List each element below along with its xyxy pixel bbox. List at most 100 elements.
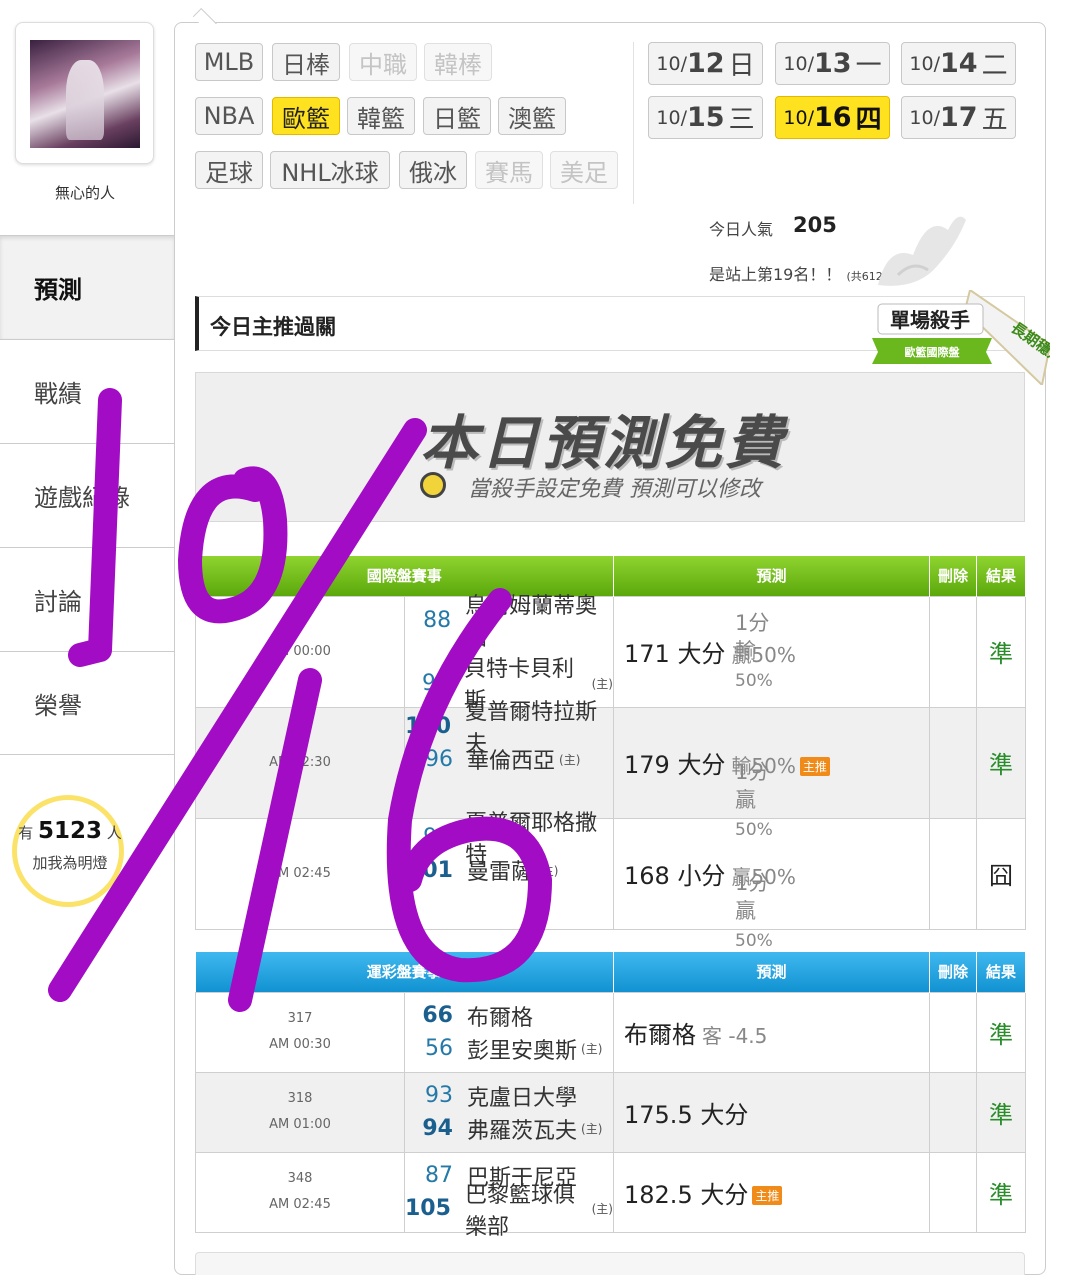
handicap-pct: 50%	[735, 819, 773, 840]
team-away: 88 烏爾姆蘭蒂奧帕	[405, 594, 613, 651]
league-chip-npb[interactable]: 日棒	[272, 43, 340, 81]
league-chip-nba[interactable]: NBA	[195, 97, 263, 135]
sidebar-item-honors[interactable]: 榮譽	[0, 651, 175, 755]
team-name: 巴黎籃球俱樂部	[464, 1182, 575, 1240]
league-chip-khl[interactable]: 俄冰	[399, 151, 467, 189]
follow-button[interactable]: 加我為明燈	[0, 852, 140, 873]
sidebar-item-record[interactable]: 戰績	[0, 339, 175, 443]
team-score: 93	[425, 1083, 453, 1108]
date-tab-1015[interactable]: 10/15 三	[648, 96, 763, 139]
league-chip-nfl: 美足	[550, 151, 618, 189]
free-banner-subtitle: 當殺手設定免費 預測可以修改	[468, 477, 761, 502]
league-chip-korea-basketball[interactable]: 韓籃	[347, 97, 415, 135]
table-row: AM 00:00 88 烏爾姆蘭蒂奧帕 94 貝特卡貝利斯 (主) 1分輸 50% 17…	[195, 594, 1026, 714]
sidebar-item-predictions[interactable]: 預測	[0, 235, 175, 339]
team-away: 100 夏普爾特拉斯夫	[405, 700, 613, 757]
date-day: 13	[813, 48, 852, 79]
intl-prediction-table: 國際盤賽事 預測 刪除 結果 AM 00:00 88 烏爾姆蘭蒂奧帕 94 貝特卡貝…	[195, 556, 1026, 951]
date-month: 10/	[783, 52, 814, 75]
league-chip-japan-basketball[interactable]: 日籃	[423, 97, 491, 135]
handicap-line: 1分贏 50%	[735, 869, 773, 955]
prediction-value: 182.5 大分	[624, 1180, 749, 1209]
team-away: 93 克盧日大學	[405, 1079, 613, 1112]
prediction-cell: 182.5 大分 主推	[613, 1151, 930, 1233]
game-code: 318	[287, 1091, 313, 1106]
date-month: 10/	[783, 106, 814, 129]
home-marker: (主)	[537, 863, 559, 878]
featured-pick-badge: 主推	[752, 1186, 783, 1205]
league-chip-euro-basketball[interactable]: 歐籃	[272, 97, 340, 135]
filter-divider	[633, 42, 634, 204]
league-chip-mlb[interactable]: MLB	[195, 43, 263, 81]
delete-cell	[929, 817, 977, 930]
date-weekday: 五	[981, 105, 1008, 135]
delete-cell	[929, 1151, 977, 1233]
date-tab-1014[interactable]: 10/14 二	[901, 42, 1016, 85]
date-tab-1017[interactable]: 10/17 五	[901, 96, 1016, 139]
prediction-cell: 175.5 大分	[613, 1071, 930, 1153]
date-tab-1013[interactable]: 10/13 一	[775, 42, 890, 85]
match-teams: 93 克盧日大學 94 弗羅茨瓦夫 (主)	[404, 1071, 614, 1153]
game-code: 317	[287, 1011, 313, 1026]
username[interactable]: 無心的人	[0, 182, 170, 203]
date-month: 10/	[656, 52, 687, 75]
intl-header-result: 結果	[976, 556, 1026, 596]
date-tab-1016[interactable]: 10/16 四	[775, 96, 890, 139]
team-score: 88	[423, 607, 452, 633]
avatar-card[interactable]	[15, 22, 154, 164]
match-time-cell: 318 AM 01:00	[195, 1071, 405, 1153]
lottery-header-delete: 刪除	[929, 952, 977, 992]
date-weekday: 四	[855, 105, 882, 135]
team-score: 105	[405, 1196, 451, 1221]
fan-count: 有 5123 人	[0, 818, 140, 844]
badge-subtitle: 歐籃國際盤	[905, 345, 961, 359]
popularity-label: 今日人氣	[709, 220, 774, 239]
date-day: 12	[686, 48, 725, 79]
prediction-value: 175.5 大分	[624, 1100, 749, 1129]
date-weekday: 日	[728, 51, 755, 81]
prediction-cell: 布爾格客 -4.5	[613, 991, 930, 1073]
sidebar: 無心的人 預測 戰績 遊戲紀錄 討論 榮譽 有 5123 人 加我為明燈	[0, 0, 175, 1275]
team-score: 94	[422, 1116, 453, 1141]
team-score: 56	[425, 1036, 453, 1061]
handicap-pct: 50%	[735, 670, 773, 691]
match-time: AM 02:45	[269, 1197, 331, 1212]
fan-count-prefix: 有	[18, 824, 34, 842]
league-chip-soccer[interactable]: 足球	[195, 151, 263, 189]
match-time: AM 01:00	[269, 1117, 331, 1132]
result-cell: 準	[976, 991, 1026, 1073]
prediction-value: 168 小分	[624, 862, 726, 890]
date-day: 15	[686, 102, 725, 133]
delete-cell	[929, 595, 977, 708]
date-day: 14	[939, 48, 978, 79]
team-score: 94	[423, 824, 452, 850]
match-time: AM 02:30	[195, 706, 405, 819]
team-home: 56 彭里安奧斯 (主)	[405, 1032, 613, 1065]
delete-cell	[929, 991, 977, 1073]
table-row: AM 02:30 100 夏普爾特拉斯夫 96 華倫西亞 (主) 1分贏 50% 179…	[195, 700, 1026, 840]
delete-cell	[929, 706, 977, 819]
league-chip-nhl[interactable]: NHL冰球	[270, 151, 390, 189]
decorative-flower-icon	[878, 216, 966, 286]
league-chip-australia-basketball[interactable]: 澳籃	[498, 97, 566, 135]
handicap-text: 1分贏	[735, 759, 770, 812]
match-teams: 66 布爾格 56 彭里安奧斯 (主)	[404, 991, 614, 1073]
lottery-header-prediction: 預測	[613, 952, 930, 992]
match-time-cell: 348 AM 02:45	[195, 1151, 405, 1233]
fan-ring[interactable]	[12, 795, 124, 907]
league-chip-cpbl: 中職	[349, 43, 417, 81]
badge-title: 單場殺手	[890, 308, 970, 332]
date-month: 10/	[909, 106, 940, 129]
sidebar-item-game-history[interactable]: 遊戲紀錄	[0, 443, 175, 547]
date-tab-1012[interactable]: 10/12 日	[648, 42, 763, 85]
team-name: 克盧日大學	[467, 1085, 578, 1111]
handicap-pct: 50%	[735, 930, 773, 951]
date-weekday: 二	[981, 51, 1008, 81]
date-month: 10/	[656, 106, 687, 129]
home-marker: (主)	[581, 1042, 603, 1056]
avatar[interactable]	[30, 40, 140, 148]
match-time: AM 00:00	[195, 595, 405, 708]
team-away: 66 布爾格	[405, 999, 613, 1032]
handicap-line: 1分輸 50%	[735, 609, 773, 695]
sidebar-item-discussion[interactable]: 討論	[0, 547, 175, 651]
